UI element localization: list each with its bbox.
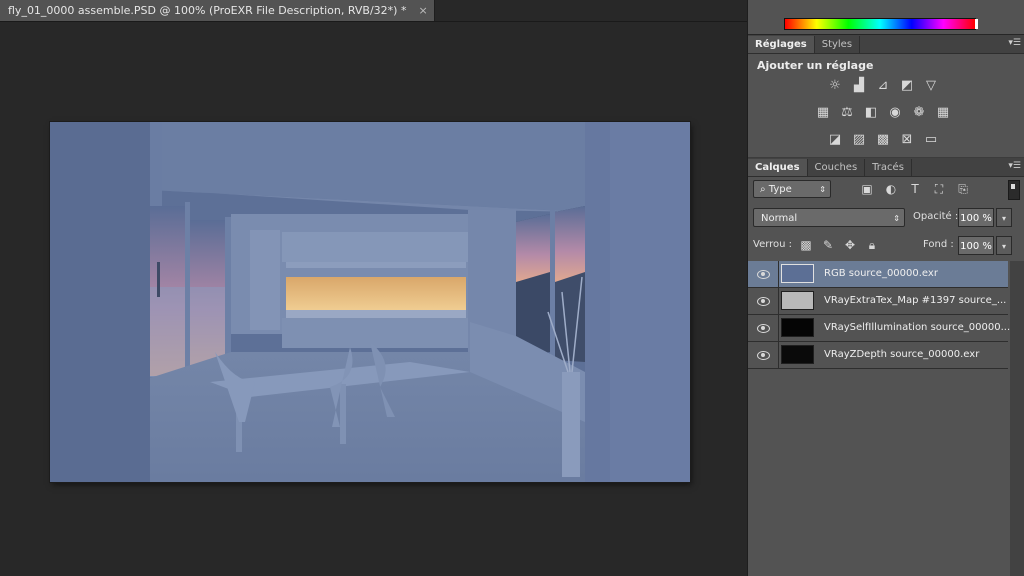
visibility-eye-icon[interactable]	[748, 342, 779, 368]
chevron-updown-icon: ⇕	[893, 214, 900, 223]
tab-calques[interactable]: Calques	[748, 159, 808, 176]
vibrance-icon[interactable]: ▽	[922, 77, 940, 93]
fill-label: Fond :	[923, 239, 954, 250]
color-spectrum-bar[interactable]	[784, 18, 978, 30]
layer-name: RGB source_00000.exr	[824, 268, 938, 279]
blend-mode-value: Normal	[761, 213, 798, 224]
blend-row: Normal ⇕ Opacité : 100 % ▾	[752, 208, 1020, 228]
layer-name: VRayZDepth source_00000.exr	[824, 349, 980, 360]
layer-row[interactable]: VRayExtraTex_Map #1397 source_...	[748, 288, 1008, 315]
layer-thumbnail	[781, 318, 814, 337]
fill-dropdown-icon[interactable]: ▾	[996, 236, 1012, 255]
visibility-eye-icon[interactable]	[748, 315, 779, 341]
selective-color-icon[interactable]: ⊠	[898, 131, 916, 147]
brightness-contrast-icon[interactable]: ☼	[826, 77, 844, 93]
black-white-icon[interactable]: ◧	[862, 104, 880, 120]
lock-label: Verrou :	[753, 239, 793, 250]
threshold-icon[interactable]: ▩	[874, 131, 892, 147]
search-icon: ⌕	[760, 184, 769, 195]
curves-icon[interactable]: ⊿	[874, 77, 892, 93]
document-tab-title: fly_01_0000 assemble.PSD @ 100% (ProEXR …	[8, 4, 407, 17]
fill-input[interactable]: 100 %	[958, 236, 994, 255]
opacity-input[interactable]: 100 %	[958, 208, 994, 227]
gradient-map-icon[interactable]: ▭	[922, 131, 940, 147]
adjustments-panel: Réglages Styles ▾☰ Ajouter un réglage ☼ …	[748, 35, 1024, 157]
layers-scrollbar[interactable]	[1010, 261, 1024, 576]
chevron-updown-icon: ⇕	[819, 185, 826, 194]
tab-traces[interactable]: Tracés	[865, 159, 912, 176]
adjustment-icons-row-2: ▦ ⚖ ◧ ◉ ❁ ▦	[814, 104, 952, 120]
layer-row[interactable]: VRayZDepth source_00000.exr	[748, 342, 1008, 369]
color-panel	[748, 0, 1024, 35]
adjustments-panel-tabs: Réglages Styles ▾☰	[748, 35, 1024, 54]
lock-pixels-brush-icon[interactable]: ✎	[821, 238, 835, 252]
tab-styles[interactable]: Styles	[815, 36, 861, 53]
blend-mode-dropdown[interactable]: Normal ⇕	[753, 208, 905, 227]
levels-icon[interactable]: ▟	[850, 77, 868, 93]
visibility-eye-icon[interactable]	[748, 261, 779, 287]
document-tab-bar: fly_01_0000 assemble.PSD @ 100% (ProEXR …	[0, 0, 748, 22]
tab-reglages[interactable]: Réglages	[748, 36, 815, 53]
color-balance-icon[interactable]: ⚖	[838, 104, 856, 120]
layer-thumbnail	[781, 291, 814, 310]
layer-name: VRaySelfIllumination source_00000...	[824, 322, 1011, 333]
panel-menu-icon[interactable]: ▾☰	[1008, 38, 1021, 48]
filter-toggle-switch[interactable]	[1008, 180, 1020, 200]
shape-filter-icon[interactable]: ⛶	[932, 182, 946, 196]
layer-name: VRayExtraTex_Map #1397 source_...	[824, 295, 1007, 306]
posterize-icon[interactable]: ▨	[850, 131, 868, 147]
color-lookup-icon[interactable]: ▦	[934, 104, 952, 120]
pixel-filter-icon[interactable]: ▣	[860, 182, 874, 196]
layer-thumbnail	[781, 264, 814, 283]
layers-list: RGB source_00000.exr VRayExtraTex_Map #1…	[748, 261, 1011, 369]
adjustment-filter-icon[interactable]: ◐	[884, 182, 898, 196]
document-tab[interactable]: fly_01_0000 assemble.PSD @ 100% (ProEXR …	[0, 0, 435, 21]
exposure-icon[interactable]: ◩	[898, 77, 916, 93]
layer-thumbnail	[781, 345, 814, 364]
hue-saturation-icon[interactable]: ▦	[814, 104, 832, 120]
opacity-dropdown-icon[interactable]: ▾	[996, 208, 1012, 227]
panel-dock: Réglages Styles ▾☰ Ajouter un réglage ☼ …	[747, 0, 1024, 576]
lock-position-move-icon[interactable]: ✥	[843, 238, 857, 252]
layer-filter-row: ⌕ Type ⇕ ▣ ◐ T ⛶ ⎘	[752, 180, 1020, 200]
photo-filter-icon[interactable]: ◉	[886, 104, 904, 120]
channel-mixer-icon[interactable]: ❁	[910, 104, 928, 120]
panel-menu-icon[interactable]: ▾☰	[1008, 161, 1021, 171]
visibility-eye-icon[interactable]	[748, 288, 779, 314]
lock-row: Verrou : ▩ ✎ ✥ 🔒︎ Fond : 100 % ▾	[752, 236, 1020, 256]
close-icon[interactable]: ×	[418, 4, 427, 17]
adjustment-icons-row-3: ◪ ▨ ▩ ⊠ ▭	[826, 131, 940, 147]
tab-couches[interactable]: Couches	[808, 159, 866, 176]
layer-filter-label: Type	[768, 184, 792, 195]
adjustments-title: Ajouter un réglage	[757, 59, 874, 72]
lock-transparency-icon[interactable]: ▩	[799, 238, 813, 252]
smart-object-filter-icon[interactable]: ⎘	[956, 182, 970, 196]
adjustment-icons-row-1: ☼ ▟ ⊿ ◩ ▽	[826, 77, 940, 93]
layer-row[interactable]: RGB source_00000.exr	[748, 261, 1008, 288]
layer-filter-dropdown[interactable]: ⌕ Type ⇕	[753, 180, 831, 198]
layers-panel-tabs: Calques Couches Tracés ▾☰	[748, 158, 1024, 177]
layer-row[interactable]: VRaySelfIllumination source_00000...	[748, 315, 1011, 342]
invert-icon[interactable]: ◪	[826, 131, 844, 147]
canvas-workspace[interactable]	[0, 22, 747, 576]
lock-all-icon[interactable]: 🔒︎	[865, 238, 879, 252]
layers-panel: Calques Couches Tracés ▾☰ ⌕ Type ⇕ ▣ ◐ T…	[748, 158, 1024, 576]
type-filter-icon[interactable]: T	[908, 182, 922, 196]
document-canvas-image[interactable]	[50, 122, 690, 482]
opacity-label: Opacité :	[913, 211, 959, 222]
